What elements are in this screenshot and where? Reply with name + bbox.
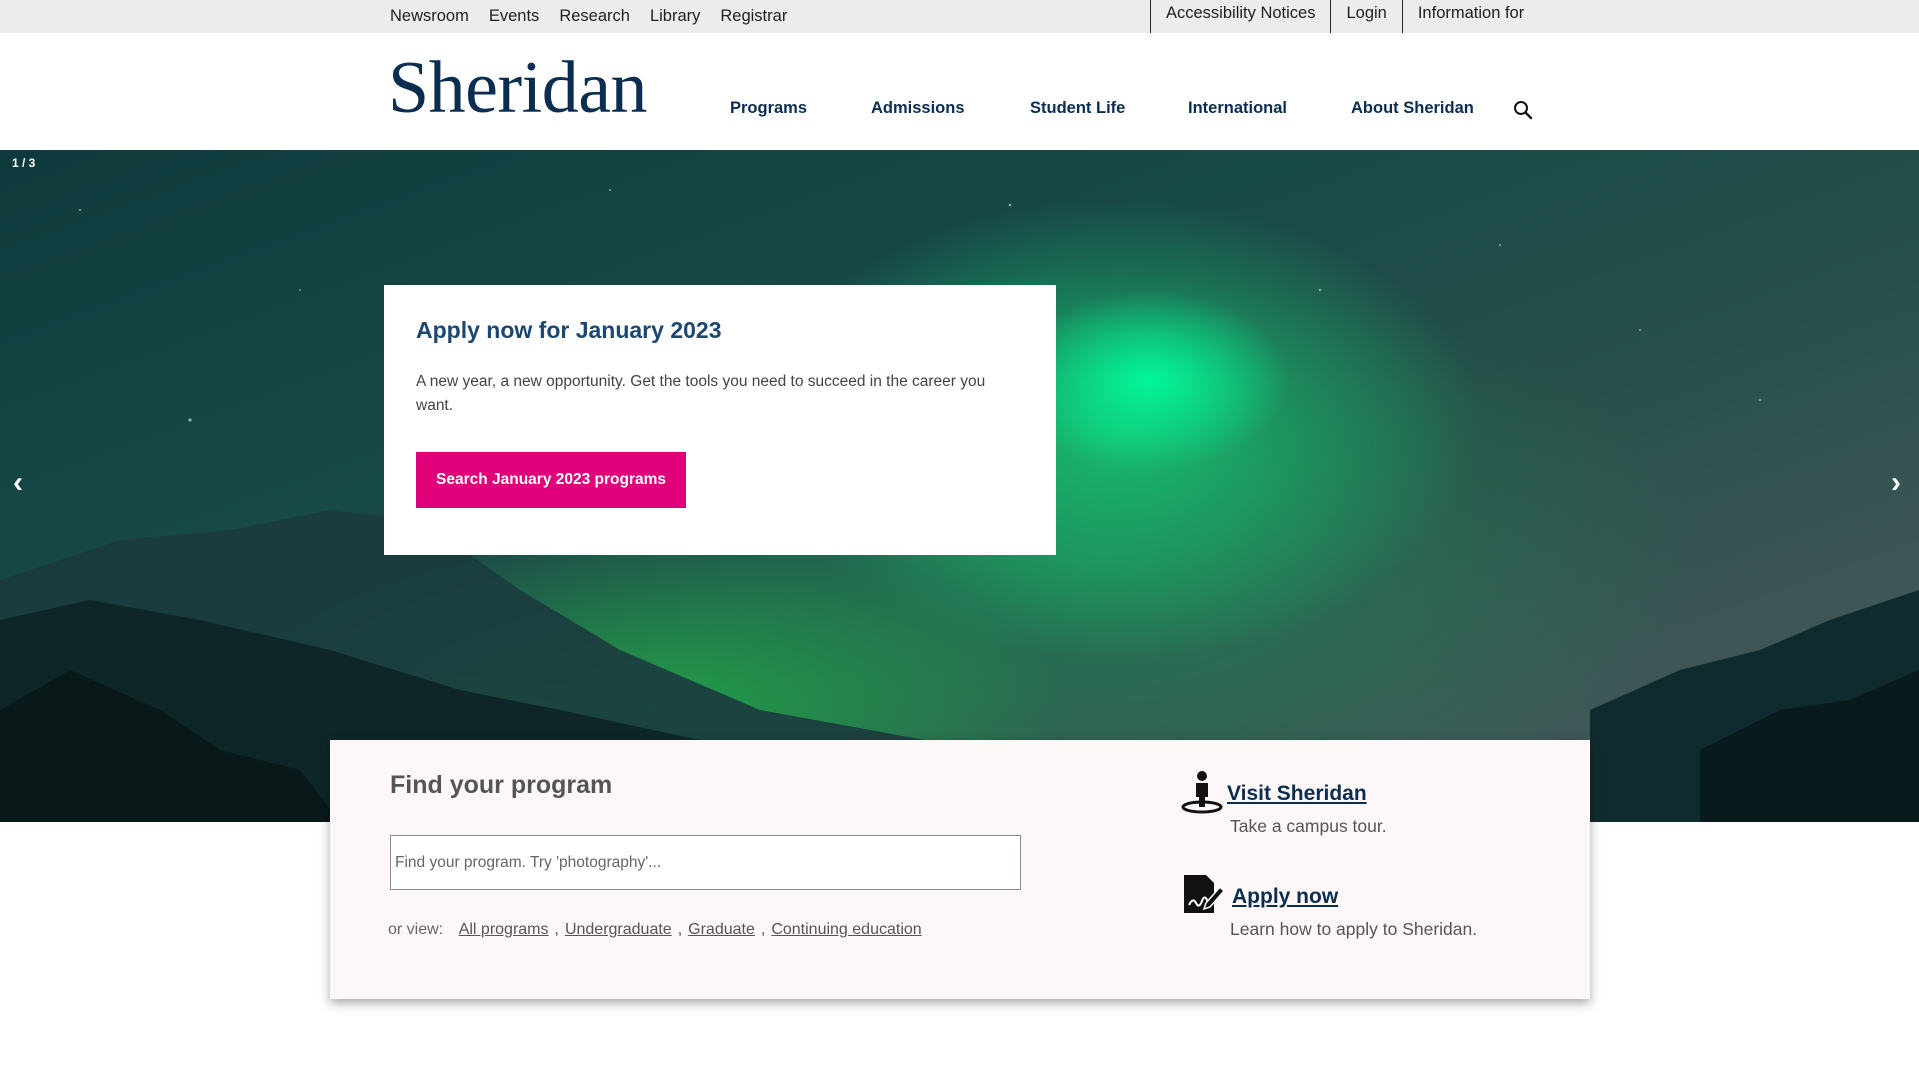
nav-programs[interactable]: Programs	[730, 99, 807, 118]
signature-icon	[1184, 875, 1224, 913]
link-all-programs[interactable]: All programs	[459, 921, 549, 938]
utility-link-newsroom[interactable]: Newsroom	[390, 7, 469, 26]
link-separator: ,	[760, 921, 766, 938]
person-location-icon	[1181, 771, 1223, 814]
slide-counter: 1 / 3	[12, 156, 36, 170]
nav-about-sheridan[interactable]: About Sheridan	[1351, 99, 1474, 118]
hero-carousel: 1 / 3 ‹ › Apply now for January 2023 A n…	[0, 150, 1919, 822]
hero-text: A new year, a new opportunity. Get the t…	[416, 373, 986, 414]
utility-link-research[interactable]: Research	[559, 7, 630, 26]
search-icon[interactable]	[1512, 99, 1534, 121]
hero-card: Apply now for January 2023 A new year, a…	[384, 285, 1056, 555]
site-header: Sheridan Programs Admissions Student Lif…	[0, 33, 1919, 150]
visit-sheridan-desc: Take a campus tour.	[1230, 816, 1387, 836]
utility-link-login[interactable]: Login	[1330, 0, 1401, 33]
utility-link-information-for[interactable]: Information for	[1401, 0, 1539, 33]
nav-international[interactable]: International	[1188, 99, 1287, 118]
program-search-input[interactable]	[390, 835, 1021, 890]
carousel-prev-button[interactable]: ‹	[13, 468, 23, 498]
utility-nav-left: Newsroom Events Research Library Registr…	[390, 0, 807, 33]
nav-student-life[interactable]: Student Life	[1030, 99, 1125, 118]
hero-title: Apply now for January 2023	[416, 317, 722, 343]
search-january-programs-button[interactable]: Search January 2023 programs	[416, 452, 687, 508]
sheridan-logo[interactable]: Sheridan	[388, 51, 648, 125]
link-separator: ,	[554, 921, 559, 938]
finder-title: Find your program	[390, 771, 613, 799]
visit-sheridan-link[interactable]: Visit Sheridan	[1227, 782, 1367, 806]
utility-link-events[interactable]: Events	[489, 7, 539, 26]
utility-link-accessibility[interactable]: Accessibility Notices	[1150, 0, 1330, 33]
utility-bar: Newsroom Events Research Library Registr…	[0, 0, 1919, 33]
or-view-label: or view:	[388, 921, 444, 938]
link-graduate[interactable]: Graduate	[688, 921, 755, 938]
link-separator: ,	[677, 921, 683, 938]
nav-admissions[interactable]: Admissions	[871, 99, 965, 118]
apply-now-desc: Learn how to apply to Sheridan.	[1230, 919, 1478, 939]
finder-view-links: or view: All programs, Undergraduate, Grad…	[388, 921, 922, 939]
carousel-next-button[interactable]: ›	[1891, 468, 1901, 498]
program-finder: Find your program or view: All programs,…	[330, 740, 1590, 999]
utility-link-library[interactable]: Library	[650, 7, 700, 26]
utility-link-registrar[interactable]: Registrar	[720, 7, 787, 26]
link-continuing-education[interactable]: Continuing education	[771, 921, 921, 938]
link-undergraduate[interactable]: Undergraduate	[565, 921, 672, 938]
apply-now-link[interactable]: Apply now	[1232, 885, 1338, 909]
utility-nav-right: Accessibility Notices Login Information …	[1150, 0, 1539, 33]
